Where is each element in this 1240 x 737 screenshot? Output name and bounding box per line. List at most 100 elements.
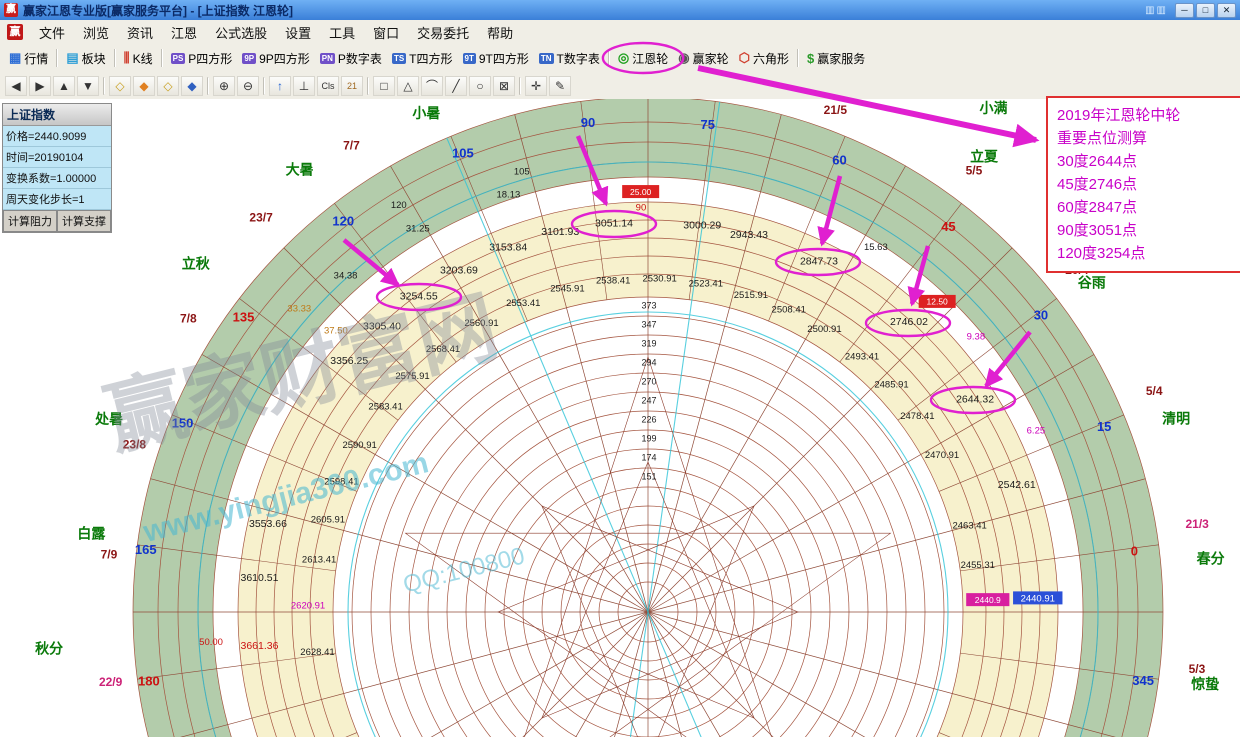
annotation-line: 2019年江恩轮中轮: [1057, 104, 1239, 127]
menu-item[interactable]: 浏览: [74, 20, 118, 45]
tool-button-zoom-in[interactable]: ⊕: [213, 76, 235, 96]
toolbar-button-p-table[interactable]: PN P数字表: [315, 48, 387, 69]
menu-item[interactable]: 设置: [276, 20, 320, 45]
tool-button-nav-left[interactable]: ◀: [5, 76, 27, 96]
tool-icon: ⊠: [499, 79, 509, 93]
toolbar-button-9t-square[interactable]: 9T 9T四方形: [458, 48, 534, 69]
svg-text:7/9: 7/9: [101, 548, 118, 562]
toolbar-icon: PS: [171, 53, 186, 64]
tool-button-line-tool[interactable]: ╱: [445, 76, 467, 96]
tool-icon: ⌒: [426, 77, 438, 94]
toolbar-button-t-table[interactable]: TN T数字表: [534, 48, 605, 69]
svg-text:2523.41: 2523.41: [689, 279, 723, 290]
tool-button-cls[interactable]: Cls: [317, 76, 339, 96]
main-toolbar: ▦ 行情 ▤ 板块 ⫼ K线: [0, 44, 1240, 73]
info-row: 时间=20190104: [3, 147, 111, 168]
menu-item[interactable]: 资讯: [118, 20, 162, 45]
menu-item[interactable]: 帮助: [478, 20, 522, 45]
tool-button[interactable]: [207, 77, 209, 95]
toolbar-button[interactable]: [56, 49, 58, 67]
toolbar-button[interactable]: [161, 49, 163, 67]
toolbar-button-t-square[interactable]: TS T四方形: [387, 48, 458, 69]
annotation-line: 45度2746点: [1057, 173, 1239, 196]
menu-item[interactable]: 工具: [320, 20, 364, 45]
tool-button-nav-right[interactable]: ▶: [29, 76, 51, 96]
tool-button-triangle-tool[interactable]: △: [397, 76, 419, 96]
toolbar-button-kline[interactable]: ⫼ K线: [119, 48, 158, 69]
tool-button[interactable]: [263, 77, 265, 95]
titlebar: 赢 赢家江恩专业版[赢家服务平台] - [上证指数 江恩轮] ▥▥ ─ □ ✕: [0, 0, 1240, 20]
svg-text:23/7: 23/7: [249, 210, 273, 224]
toolbar-button-9p-square[interactable]: 9P 9P四方形: [237, 48, 314, 69]
toolbar-button-liujiaoxing[interactable]: ⬡ 六角形: [734, 48, 794, 69]
toolbar-label: 行情: [24, 50, 48, 67]
toolbar-button-p-square[interactable]: PS P四方形: [166, 48, 238, 69]
svg-text:37.50: 37.50: [324, 325, 348, 336]
svg-text:21/5: 21/5: [824, 103, 848, 117]
svg-text:2644.32: 2644.32: [956, 393, 994, 405]
calc-resistance-button[interactable]: 计算阻力: [3, 210, 57, 232]
toolbar-button-yingjia-service[interactable]: $ 赢家服务: [802, 48, 870, 69]
tool-button-nav-up[interactable]: ▲: [53, 76, 75, 96]
svg-text:6.25: 6.25: [1027, 426, 1046, 437]
svg-text:2553.41: 2553.41: [506, 298, 540, 309]
menu-item[interactable]: 公式选股: [206, 20, 276, 45]
tool-button-crosshair-tool[interactable]: ✛: [525, 76, 547, 96]
toolbar-button[interactable]: [114, 49, 116, 67]
tool-button-zoom-out[interactable]: ⊖: [237, 76, 259, 96]
svg-text:2500.91: 2500.91: [807, 324, 841, 335]
menu-item[interactable]: 窗口: [364, 20, 408, 45]
index-info-panel: 上证指数 价格=2440.9099时间=20190104变换系数=1.00000…: [2, 103, 112, 233]
tool-icon: ✛: [531, 79, 541, 93]
tool-icon: ▼: [82, 79, 94, 93]
tool-icon: ◀: [11, 79, 20, 93]
menu-item[interactable]: 文件: [30, 20, 74, 45]
toolbar-button-bankuai[interactable]: ▤ 板块: [61, 48, 110, 69]
close-button[interactable]: ✕: [1217, 3, 1236, 18]
maximize-button[interactable]: □: [1196, 3, 1215, 18]
tool-button[interactable]: [519, 77, 521, 95]
svg-text:2545.91: 2545.91: [550, 283, 584, 294]
toolbar-icon: ⬡: [739, 50, 750, 66]
tool-button-draw-tool[interactable]: ✎: [549, 76, 571, 96]
toolbar-button-jiangenlun[interactable]: ◎ 江恩轮: [613, 48, 673, 69]
tool-icon: ◇: [115, 79, 124, 93]
tool-button[interactable]: [103, 77, 105, 95]
toolbar-button-yingjialun[interactable]: ◉ 赢家轮: [673, 48, 733, 69]
toolbar-button-hangqing[interactable]: ▦ 行情: [4, 48, 53, 69]
svg-text:174: 174: [641, 452, 656, 462]
minimize-button[interactable]: ─: [1175, 3, 1194, 18]
svg-text:347: 347: [641, 319, 656, 329]
tool-button-diamond-gold-1[interactable]: ◇: [109, 76, 131, 96]
tool-button[interactable]: [367, 77, 369, 95]
menu-item[interactable]: 江恩: [162, 20, 206, 45]
svg-text:3305.40: 3305.40: [363, 321, 401, 333]
svg-text:3000.29: 3000.29: [683, 220, 721, 232]
menu-item[interactable]: 交易委托: [408, 20, 478, 45]
tool-icon: ↑: [277, 79, 283, 93]
svg-text:3051.14: 3051.14: [595, 217, 633, 229]
tool-button-circle-tool[interactable]: ○: [469, 76, 491, 96]
calc-support-button[interactable]: 计算支撑: [57, 210, 111, 232]
svg-text:白露: 白露: [77, 525, 106, 541]
tool-button-t-tool[interactable]: ⊥: [293, 76, 315, 96]
svg-text:2560.91: 2560.91: [464, 318, 498, 329]
toolbar-button[interactable]: [608, 49, 610, 67]
svg-text:3254.55: 3254.55: [400, 290, 438, 302]
tool-button-box-x-tool[interactable]: ⊠: [493, 76, 515, 96]
svg-text:3203.69: 3203.69: [440, 265, 478, 277]
tool-button-diamond-blue[interactable]: ◆: [181, 76, 203, 96]
toolbar-label: 江恩轮: [632, 50, 668, 67]
tool-button-calendar[interactable]: 21: [341, 76, 363, 96]
tool-button-diamond-orange[interactable]: ◆: [133, 76, 155, 96]
tool-button-arrow-up[interactable]: ↑: [269, 76, 291, 96]
tool-button-rect-tool[interactable]: □: [373, 76, 395, 96]
tool-button-filter[interactable]: ▼: [77, 76, 99, 96]
svg-text:2463.41: 2463.41: [952, 520, 986, 531]
svg-text:12.50: 12.50: [927, 297, 949, 307]
tool-button-diamond-gold-2[interactable]: ◇: [157, 76, 179, 96]
tool-button-arc-tool[interactable]: ⌒: [421, 76, 443, 96]
svg-text:7/8: 7/8: [180, 311, 197, 325]
toolbar-button[interactable]: [797, 49, 799, 67]
svg-text:2515.91: 2515.91: [734, 290, 768, 301]
